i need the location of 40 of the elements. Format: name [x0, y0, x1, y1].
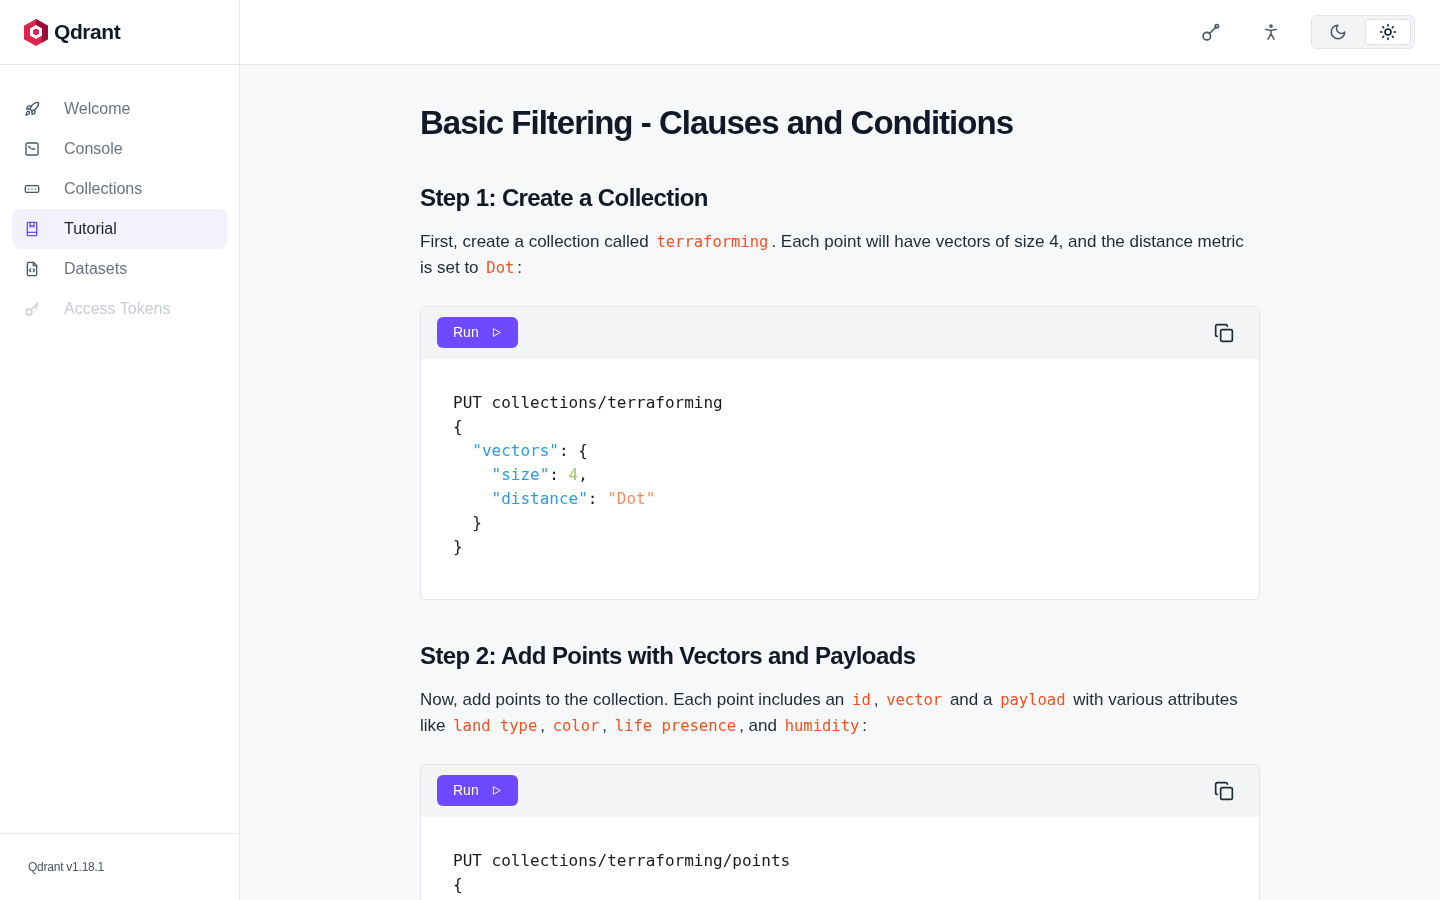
- rocket-icon: [24, 101, 40, 117]
- code-line: }: [453, 535, 464, 558]
- page-title: Basic Filtering - Clauses and Conditions: [420, 103, 1014, 143]
- play-icon: [490, 785, 502, 797]
- copy-button[interactable]: [1213, 779, 1235, 802]
- sidebar-item[interactable]: Welcome: [12, 89, 227, 129]
- run-button[interactable]: Run: [437, 775, 518, 807]
- paragraph-text: Now, add points to the collection. Each point includes an id , vector and a payload with various attributes like land type , color , life presence , and humidity :: [420, 688, 1239, 737]
- copy-button[interactable]: [1213, 321, 1235, 344]
- code-line: {: [453, 415, 464, 438]
- sidebar-item[interactable]: Tutorial: [12, 209, 227, 249]
- code-line: {: [453, 873, 464, 896]
- section-heading: Step 2: Add Points with Vectors and Payloads: [420, 640, 917, 671]
- code-line: "vectors": {: [471, 439, 589, 462]
- run-button[interactable]: Run: [437, 317, 518, 349]
- paragraph-text: First, create a collection called terraforming . Each point will have vectors of size 4, and the distance metric is set to Dot :: [420, 230, 1245, 279]
- code-line: PUT collections/terraforming/points: [453, 849, 792, 872]
- light-mode-button[interactable]: [1365, 19, 1411, 45]
- copy-icon: [1214, 780, 1234, 801]
- key-icon: [24, 301, 40, 317]
- code-line: "size": 4,: [490, 463, 589, 486]
- terminal-icon: [24, 141, 40, 157]
- version-label: Qdrant v1.18.1: [28, 859, 105, 876]
- section-heading: Step 1: Create a Collection: [420, 182, 709, 213]
- copy-icon: [1214, 322, 1234, 343]
- brand-name: Qdrant: [54, 19, 121, 46]
- logo-icon: [24, 18, 48, 46]
- play-icon: [490, 327, 502, 339]
- moon-icon: [1329, 23, 1347, 41]
- file-code-icon: [24, 261, 40, 277]
- code-line: PUT collections/terraforming: [453, 391, 724, 414]
- sun-icon: [1379, 23, 1397, 41]
- accessibility-icon: [1262, 23, 1280, 41]
- sidebar-item[interactable]: Datasets: [12, 249, 227, 289]
- book-icon: [24, 221, 40, 237]
- key-icon: [1201, 22, 1221, 42]
- sidebar-item[interactable]: Console: [12, 129, 227, 169]
- code-line: }: [471, 511, 483, 534]
- sidebar-item[interactable]: Collections: [12, 169, 227, 209]
- code-line: "distance": "Dot": [490, 487, 657, 510]
